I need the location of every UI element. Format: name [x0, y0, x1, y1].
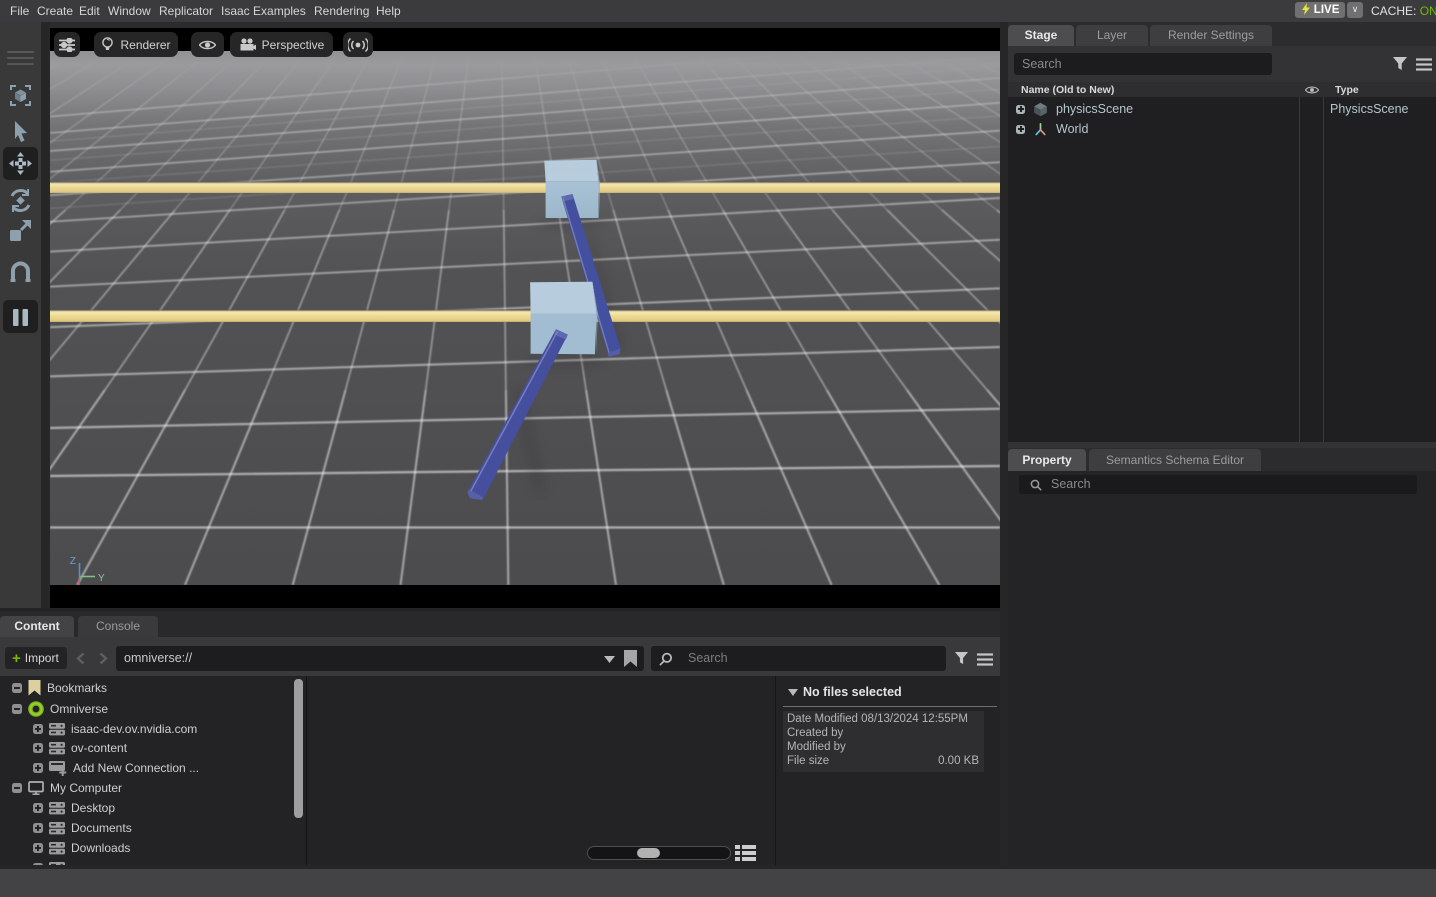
svg-text:Z: Z — [70, 556, 76, 567]
svg-text:Y: Y — [98, 573, 105, 584]
